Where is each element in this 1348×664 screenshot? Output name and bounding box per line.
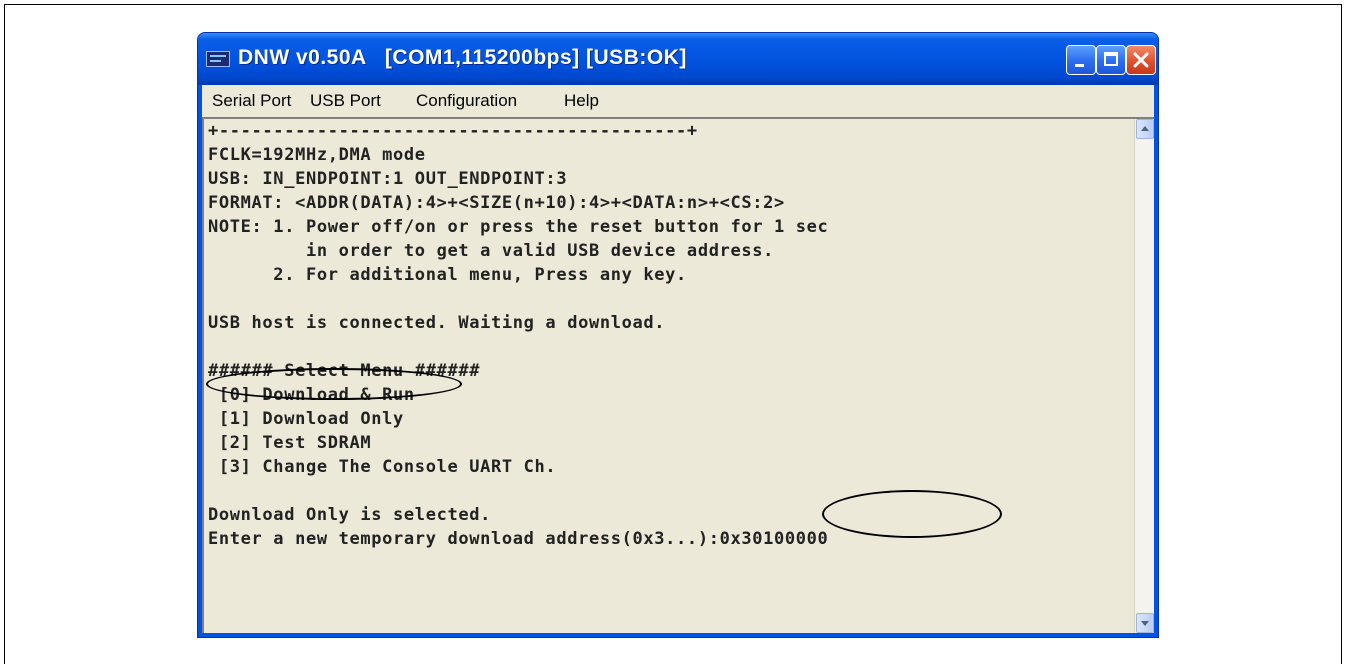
scroll-up-button[interactable]	[1136, 119, 1154, 139]
dnw-window: DNW v0.50A [COM1,115200bps] [USB:OK] Ser…	[197, 32, 1159, 638]
minimize-button[interactable]	[1066, 45, 1096, 75]
menu-bar: Serial Port USB Port Configuration Help	[202, 85, 1154, 117]
app-terminal-icon	[206, 51, 230, 67]
chevron-up-icon	[1141, 126, 1149, 131]
highlight-download-only-ellipse	[206, 368, 462, 400]
title-bar[interactable]: DNW v0.50A [COM1,115200bps] [USB:OK]	[198, 33, 1158, 85]
minimize-icon	[1075, 64, 1084, 67]
maximize-button[interactable]	[1096, 45, 1126, 75]
console-line-address-prompt: Enter a new temporary download address(0…	[208, 529, 829, 549]
console-line-fclk: FCLK=192MHz,DMA mode	[208, 145, 426, 165]
vertical-scrollbar[interactable]	[1134, 119, 1154, 633]
maximize-icon	[1104, 52, 1118, 66]
console-line-menu-option-1: [1] Download Only	[208, 409, 404, 429]
menu-configuration[interactable]: Configuration	[416, 91, 517, 111]
console-line-menu-option-2: [2] Test SDRAM	[208, 433, 372, 453]
highlight-address-ellipse	[822, 490, 1002, 538]
console-line-separator: +---------------------------------------…	[208, 121, 698, 141]
console-line-note-1-cont: in order to get a valid USB device addre…	[208, 241, 775, 261]
menu-usb-port[interactable]: USB Port	[310, 91, 381, 111]
console-line-note-2: 2. For additional menu, Press any key.	[208, 265, 687, 285]
window-title: DNW v0.50A [COM1,115200bps] [USB:OK]	[238, 46, 687, 69]
console-line-note-1: NOTE: 1. Power off/on or press the reset…	[208, 217, 829, 237]
console-line-usb-endpoints: USB: IN_ENDPOINT:1 OUT_ENDPOINT:3	[208, 169, 568, 189]
scroll-down-button[interactable]	[1136, 613, 1154, 633]
console-line-menu-option-3: [3] Change The Console UART Ch.	[208, 457, 557, 477]
close-button[interactable]	[1126, 45, 1156, 75]
menu-help[interactable]: Help	[564, 91, 599, 111]
console-line-selected: Download Only is selected.	[208, 505, 492, 525]
close-icon	[1133, 52, 1149, 68]
menu-serial-port[interactable]: Serial Port	[212, 91, 291, 111]
console-line-format: FORMAT: <ADDR(DATA):4>+<SIZE(n+10):4>+<D…	[208, 193, 785, 213]
console-line-usb-host: USB host is connected. Waiting a downloa…	[208, 313, 666, 333]
chevron-down-icon	[1141, 621, 1149, 626]
